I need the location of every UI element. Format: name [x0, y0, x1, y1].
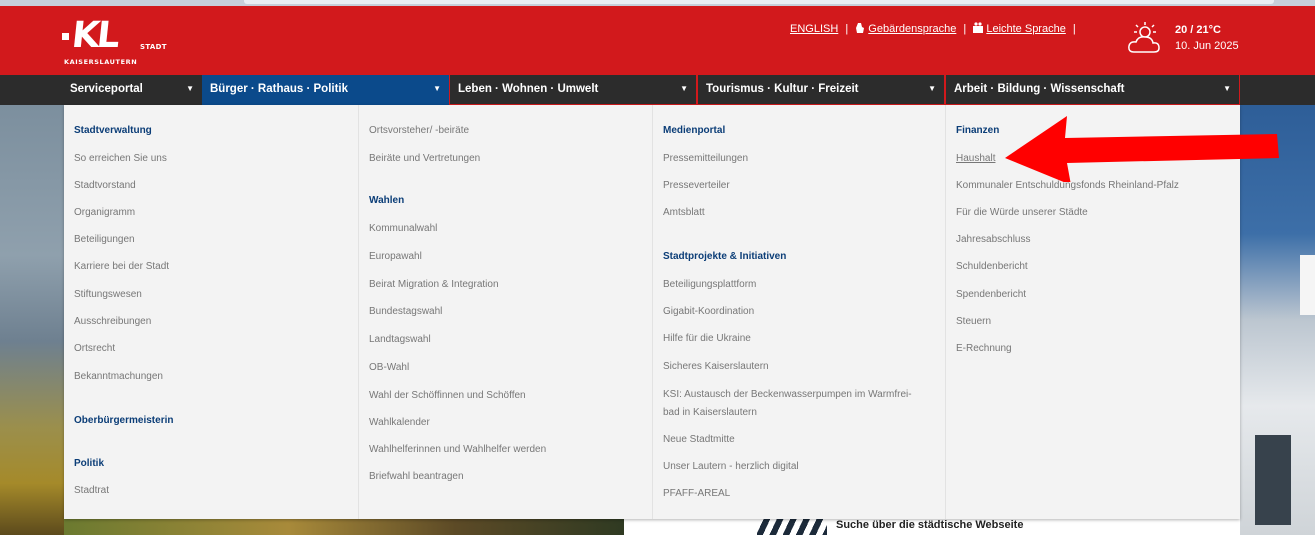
- menu-item[interactable]: Europawahl: [369, 251, 422, 262]
- menu-item[interactable]: Jahresabschluss: [956, 234, 1030, 245]
- chevron-down-icon: ▼: [680, 84, 688, 93]
- weather-date: 10. Jun 2025: [1175, 40, 1239, 52]
- separator: |: [845, 23, 849, 35]
- separator: |: [1072, 23, 1076, 35]
- separator: |: [963, 23, 967, 35]
- tab-leben-wohnen-umwelt[interactable]: Leben · Wohnen · Umwelt ▼: [449, 75, 697, 105]
- tab-label: Serviceportal: [70, 83, 143, 95]
- weather-temperature: 20 / 21°C: [1175, 24, 1221, 36]
- tab-label: Arbeit · Bildung · Wissenschaft: [954, 83, 1125, 95]
- heading-medienportal[interactable]: Medienportal: [663, 125, 725, 136]
- heading-finanzen[interactable]: Finanzen: [956, 125, 999, 136]
- language-links: ENGLISH | Gebärdensprache | Leichte Spra…: [790, 22, 1080, 35]
- logo-city-text: KAISERSLAUTERN: [64, 58, 138, 66]
- logo-stadt-text: STADT: [140, 43, 167, 51]
- menu-item[interactable]: Beteiligungsplattform: [663, 279, 756, 290]
- menu-item[interactable]: Bekanntmachungen: [74, 371, 163, 382]
- menu-item[interactable]: Schuldenbericht: [956, 261, 1028, 272]
- background-photo-bottom: [64, 519, 1240, 535]
- chevron-down-icon: ▼: [433, 84, 441, 93]
- menu-item[interactable]: Pressemitteilungen: [663, 153, 748, 164]
- heading-politik[interactable]: Politik: [74, 458, 104, 469]
- menu-item[interactable]: Briefwahl beantragen: [369, 471, 464, 482]
- background-photo-left: [0, 105, 64, 535]
- tab-label: Leben · Wohnen · Umwelt: [458, 83, 599, 95]
- menu-item[interactable]: Steuern: [956, 316, 991, 327]
- menu-item[interactable]: Stiftungswesen: [74, 289, 142, 300]
- heading-stadtprojekte[interactable]: Stadtprojekte & Initiativen: [663, 251, 786, 262]
- browser-scrollbar: [244, 0, 1274, 4]
- heading-oberbuergermeisterin[interactable]: Oberbürgermeisterin: [74, 415, 173, 426]
- chevron-down-icon: ▼: [186, 84, 194, 93]
- menu-item[interactable]: Ortsvorsteher/ -beiräte: [369, 125, 469, 136]
- building-window: [1255, 435, 1291, 525]
- menu-item[interactable]: Bundestagswahl: [369, 306, 442, 317]
- tab-label: Bürger · Rathaus · Politik: [210, 83, 349, 95]
- main-navigation: Serviceportal ▼ Bürger · Rathaus · Polit…: [0, 75, 1315, 105]
- menu-item[interactable]: Kommunalwahl: [369, 223, 437, 234]
- menu-item[interactable]: Unser Lautern - herzlich digital: [663, 461, 799, 472]
- menu-item[interactable]: Sicheres Kaiserslautern: [663, 361, 769, 372]
- menu-item[interactable]: Hilfe für die Ukraine: [663, 333, 751, 344]
- menu-item[interactable]: Wahlhelferinnen und Wahlhelfer werden: [369, 444, 546, 455]
- menu-item[interactable]: PFAFF-AREAL: [663, 488, 730, 499]
- logo-mark: KL: [69, 15, 119, 56]
- tab-buerger-rathaus-politik[interactable]: Bürger · Rathaus · Politik ▼: [202, 75, 449, 105]
- building-balcony: [1300, 255, 1315, 315]
- menu-item[interactable]: Organigramm: [74, 207, 135, 218]
- site-header: KL STADT KAISERSLAUTERN ENGLISH | Gebärd…: [0, 6, 1315, 75]
- menu-item[interactable]: KSI: Austausch der Beckenwasserpumpen im…: [663, 389, 912, 400]
- menu-column-stadtverwaltung: Stadtverwaltung So erreichen Sie uns Sta…: [64, 105, 358, 519]
- menu-item-haushalt[interactable]: Haushalt: [956, 153, 995, 164]
- city-logo[interactable]: KL STADT KAISERSLAUTERN: [62, 15, 172, 67]
- chevron-down-icon: ▼: [928, 84, 936, 93]
- menu-item[interactable]: Ausschreibungen: [74, 316, 151, 327]
- building-stripes: [757, 519, 827, 535]
- red-arrow-annotation: [1005, 116, 1279, 182]
- menu-item[interactable]: Für die Würde unserer Städte: [956, 207, 1088, 218]
- menu-item[interactable]: Gigabit-Koordination: [663, 306, 754, 317]
- menu-item[interactable]: Neue Stadtmitte: [663, 434, 735, 445]
- menu-item[interactable]: Wahlkalender: [369, 417, 430, 428]
- easy-language-link[interactable]: Leichte Sprache: [986, 23, 1066, 35]
- menu-item[interactable]: Beiräte und Vertretungen: [369, 153, 480, 164]
- menu-item[interactable]: Amtsblatt: [663, 207, 705, 218]
- landscape-photo: [64, 519, 624, 535]
- chevron-down-icon: ▼: [1223, 84, 1231, 93]
- tab-arbeit-bildung-wissenschaft[interactable]: Arbeit · Bildung · Wissenschaft ▼: [945, 75, 1240, 105]
- tab-serviceportal[interactable]: Serviceportal ▼: [62, 75, 202, 105]
- menu-item[interactable]: Stadtrat: [74, 485, 109, 496]
- tab-tourismus-kultur-freizeit[interactable]: Tourismus · Kultur · Freizeit ▼: [697, 75, 945, 105]
- menu-item[interactable]: Beteiligungen: [74, 234, 135, 245]
- menu-item[interactable]: Landtagswahl: [369, 334, 431, 345]
- menu-item[interactable]: E-Rechnung: [956, 343, 1012, 354]
- menu-column-medienportal: Medienportal Pressemitteilungen Presseve…: [652, 105, 945, 519]
- menu-item[interactable]: Karriere bei der Stadt: [74, 261, 169, 272]
- menu-item[interactable]: Presseverteiler: [663, 180, 730, 191]
- tab-label: Tourismus · Kultur · Freizeit: [706, 83, 859, 95]
- menu-item[interactable]: So erreichen Sie uns: [74, 153, 167, 164]
- logo-square: [62, 33, 69, 40]
- menu-item[interactable]: Spendenbericht: [956, 289, 1026, 300]
- menu-item[interactable]: OB-Wahl: [369, 362, 409, 373]
- heading-stadtverwaltung[interactable]: Stadtverwaltung: [74, 125, 152, 136]
- weather-widget: 20 / 21°C 10. Jun 2025: [1125, 22, 1275, 62]
- menu-item[interactable]: bad in Kaiserslautern: [663, 407, 757, 418]
- easy-language-icon: [973, 22, 984, 33]
- menu-item[interactable]: Wahl der Schöffinnen und Schöffen: [369, 390, 526, 401]
- heading-wahlen[interactable]: Wahlen: [369, 195, 404, 206]
- menu-item[interactable]: Stadtvorstand: [74, 180, 136, 191]
- menu-item[interactable]: Ortsrecht: [74, 343, 115, 354]
- english-link[interactable]: ENGLISH: [790, 23, 838, 35]
- sun-cloud-icon: [1128, 22, 1160, 53]
- sign-language-link[interactable]: Gebärdensprache: [868, 23, 956, 35]
- sign-language-icon: [856, 23, 865, 33]
- search-heading: Suche über die städtische Webseite: [836, 519, 1024, 531]
- menu-column-wahlen: Ortsvorsteher/ -beiräte Beiräte und Vert…: [358, 105, 652, 519]
- menu-item[interactable]: Beirat Migration & Integration: [369, 279, 499, 290]
